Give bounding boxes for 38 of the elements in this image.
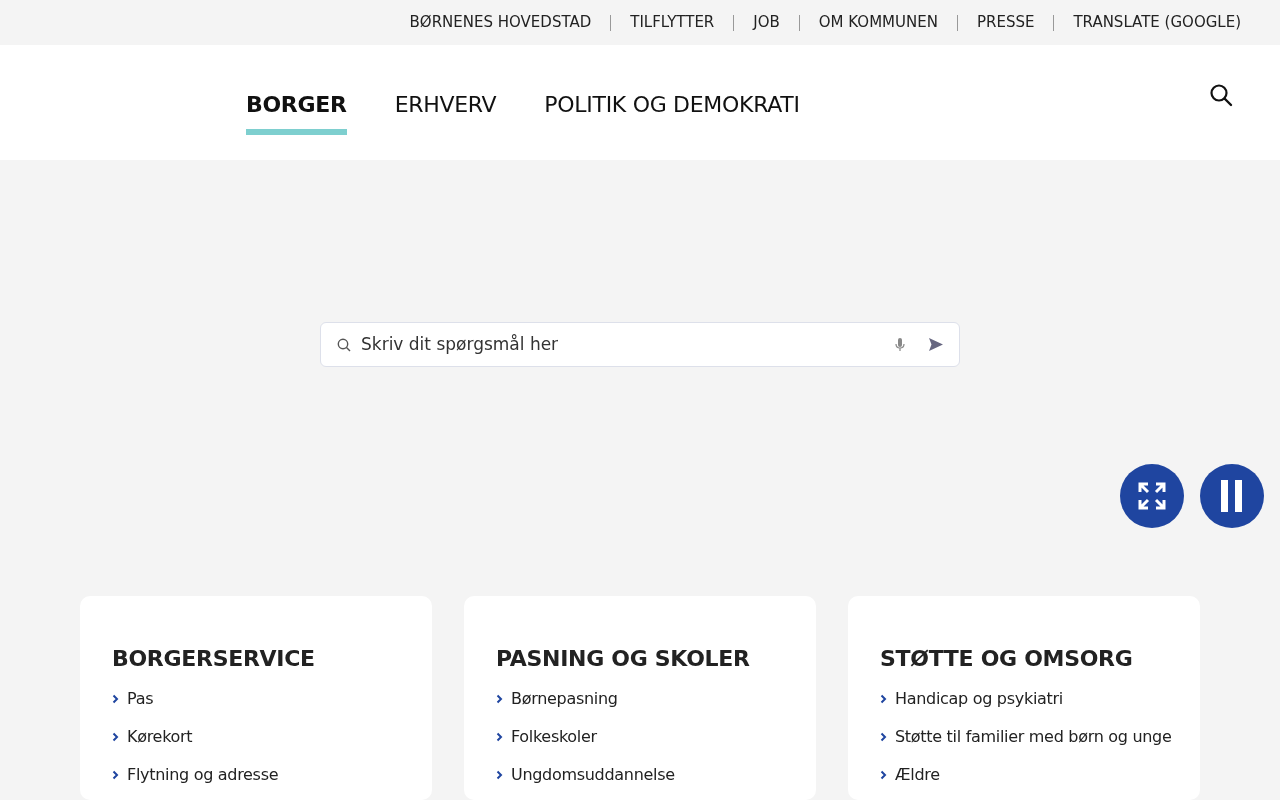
search-icon: [337, 337, 351, 352]
nav-tab[interactable]: BORGER: [246, 82, 347, 135]
card-link[interactable]: Folkeskoler: [511, 725, 597, 749]
chevron-icon: [880, 694, 887, 704]
top-link[interactable]: BØRNENES HOVEDSTAD: [390, 11, 611, 34]
expand-icon: [1138, 482, 1166, 510]
chevron-icon: [880, 732, 887, 742]
chevron-icon: [112, 732, 119, 742]
top-link[interactable]: JOB: [734, 11, 799, 34]
chevron-icon: [112, 770, 119, 780]
card-link[interactable]: Pas: [127, 687, 154, 711]
microphone-icon[interactable]: [895, 337, 905, 352]
nav-tab[interactable]: ERHVERV: [394, 82, 497, 135]
chevron-icon: [496, 694, 503, 704]
chevron-icon: [880, 770, 887, 780]
card-title: STØTTE OG OMSORG: [880, 645, 1134, 673]
nav-tab[interactable]: POLITIK OG DEMOKRATI: [544, 82, 800, 135]
card-link[interactable]: Ældre: [895, 763, 940, 787]
card-title: BORGERSERVICE: [112, 645, 316, 673]
top-link[interactable]: TILFLYTTER: [611, 11, 734, 34]
card-link[interactable]: Støtte til familier med børn og unge: [895, 725, 1172, 749]
pause-icon: [1221, 480, 1243, 512]
card-link[interactable]: Handicap og psykiatri: [895, 687, 1063, 711]
card-link[interactable]: Børnepasning: [511, 687, 618, 711]
card-link[interactable]: Flytning og adresse: [127, 763, 279, 787]
send-icon[interactable]: [929, 338, 943, 351]
chevron-icon: [112, 694, 119, 704]
top-link[interactable]: OM KOMMUNEN: [799, 11, 957, 34]
top-link[interactable]: TRANSLATE (GOOGLE): [1054, 11, 1260, 34]
chevron-icon: [496, 770, 503, 780]
card-link[interactable]: Ungdomsuddannelse: [511, 763, 675, 787]
chevron-icon: [496, 732, 503, 742]
search-bar[interactable]: Skriv dit spørgsmål her: [320, 322, 960, 367]
search-icon[interactable]: [1208, 81, 1234, 108]
card-link[interactable]: Kørekort: [127, 725, 193, 749]
top-link[interactable]: PRESSE: [957, 11, 1054, 34]
question-field[interactable]: Skriv dit spørgsmål her: [359, 330, 887, 359]
card-title: PASNING OG SKOLER: [496, 645, 751, 673]
